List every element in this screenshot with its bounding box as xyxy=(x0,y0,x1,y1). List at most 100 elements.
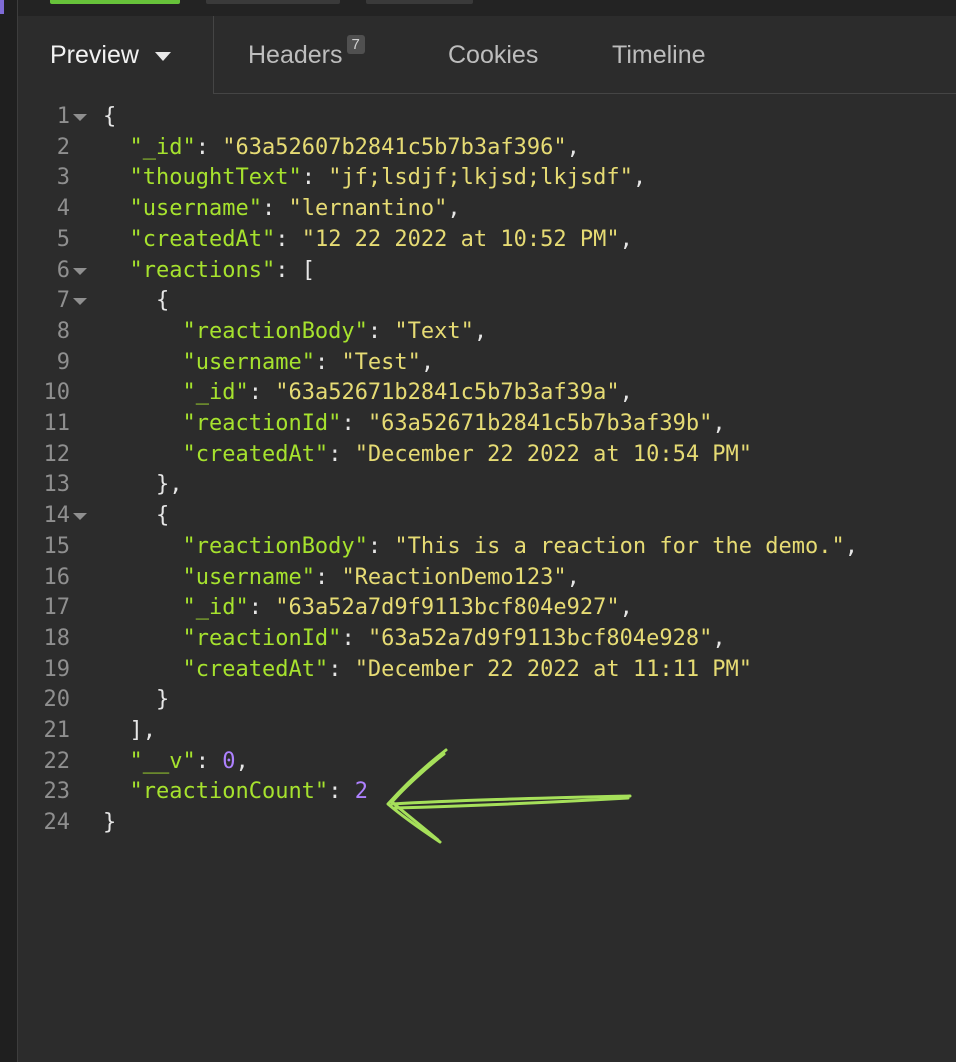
response-panel: Preview Headers 7 Cookies Timeline 1{2 "… xyxy=(0,0,956,1062)
code-line: 11 "reactionId": "63a52671b2841c5b7b3af3… xyxy=(18,409,956,439)
json-key: "createdAt" xyxy=(182,656,329,682)
json-punctuation xyxy=(103,227,130,252)
code-text: "reactionId": "63a52a7d9f9113bcf804e928"… xyxy=(103,624,725,654)
tab-preview-label: Preview xyxy=(50,40,139,69)
tab-headers[interactable]: Headers 7 xyxy=(248,16,365,94)
json-string-value: "lernantino" xyxy=(288,196,448,222)
code-text: "reactions": [ xyxy=(103,256,315,286)
json-string-value: "Test" xyxy=(341,349,421,375)
line-number: 7 xyxy=(56,288,70,314)
line-number: 15 xyxy=(43,533,71,559)
json-punctuation: , xyxy=(235,748,249,774)
json-punctuation: } xyxy=(103,687,170,713)
chevron-down-icon[interactable] xyxy=(154,52,171,61)
json-punctuation: : xyxy=(275,226,302,252)
code-text: "username": "Test", xyxy=(103,348,434,378)
tab-timeline-label: Timeline xyxy=(612,40,706,69)
json-punctuation xyxy=(103,657,182,682)
line-number: 10 xyxy=(43,380,71,406)
code-line: 19 "createdAt": "December 22 2022 at 11:… xyxy=(18,655,956,685)
code-text: "reactionBody": "Text", xyxy=(103,317,487,347)
fold-toggle-icon[interactable] xyxy=(73,114,87,121)
json-punctuation: : xyxy=(301,165,329,191)
line-number: 18 xyxy=(43,625,71,651)
json-punctuation xyxy=(103,258,130,283)
tab-timeline[interactable]: Timeline xyxy=(612,16,706,94)
code-line: 13 }, xyxy=(18,470,956,500)
json-punctuation: : xyxy=(261,196,289,222)
json-punctuation: , xyxy=(566,564,580,590)
code-line: 18 "reactionId": "63a52a7d9f9113bcf804e9… xyxy=(18,624,956,654)
json-punctuation xyxy=(103,749,130,774)
json-key: "_id" xyxy=(182,595,249,621)
line-number: 19 xyxy=(43,656,71,682)
json-punctuation: ], xyxy=(103,718,156,743)
status-indicator xyxy=(50,0,180,4)
json-string-value: "63a52671b2841c5b7b3af39b" xyxy=(367,411,713,436)
json-key: "__v" xyxy=(129,748,196,774)
code-text: { xyxy=(103,286,169,316)
code-text: "thoughtText": "jf;lsdjf;lkjsd;lkjsdf", xyxy=(103,163,647,193)
code-line: 1{ xyxy=(18,102,956,132)
tab-preview[interactable]: Preview xyxy=(18,16,214,94)
size-indicator xyxy=(366,0,473,4)
json-punctuation: }, xyxy=(103,472,183,498)
code-text: "reactionCount": 2 xyxy=(103,777,368,807)
fold-toggle-icon[interactable] xyxy=(73,298,87,306)
json-punctuation xyxy=(103,595,182,620)
json-string-value: "63a52607b2841c5b7b3af396" xyxy=(222,134,567,160)
json-response-viewer[interactable]: 1{2 "_id": "63a52607b2841c5b7b3af396", 3 … xyxy=(18,94,956,1062)
time-indicator xyxy=(206,0,340,4)
tab-cookies[interactable]: Cookies xyxy=(448,16,538,94)
json-punctuation xyxy=(103,779,130,804)
code-line: 10 "_id": "63a52671b2841c5b7b3af39a", xyxy=(18,378,956,408)
json-punctuation xyxy=(103,565,182,590)
json-punctuation xyxy=(103,380,182,405)
json-punctuation: , xyxy=(473,318,488,344)
fold-toggle-icon[interactable] xyxy=(73,267,87,275)
line-number: 17 xyxy=(43,595,71,621)
code-text: { xyxy=(103,501,169,531)
headers-count-badge: 7 xyxy=(346,34,365,54)
json-punctuation xyxy=(103,411,182,436)
fold-toggle-icon[interactable] xyxy=(73,513,87,521)
code-text: { xyxy=(103,102,116,132)
json-key: "createdAt" xyxy=(129,226,276,252)
json-punctuation: , xyxy=(420,349,435,375)
json-string-value: "jf;lsdjf;lkjsd;lkjsdf" xyxy=(328,165,633,191)
line-number: 8 xyxy=(56,318,70,344)
json-punctuation: : xyxy=(328,656,355,682)
json-punctuation: : xyxy=(328,779,355,805)
json-punctuation: : xyxy=(367,318,395,344)
code-line: 20 } xyxy=(18,685,956,715)
json-key: "username" xyxy=(182,564,315,590)
code-line: 6 "reactions": [ xyxy=(18,256,956,286)
code-text: } xyxy=(103,685,169,715)
line-number: 14 xyxy=(43,503,71,529)
json-string-value: "63a52a7d9f9113bcf804e927" xyxy=(275,595,620,621)
code-line: 5 "createdAt": "12 22 2022 at 10:52 PM", xyxy=(18,225,956,255)
line-number: 24 xyxy=(43,810,71,836)
line-number: 23 xyxy=(43,779,71,805)
line-number: 20 xyxy=(43,687,71,713)
json-punctuation: : xyxy=(248,380,276,406)
json-punctuation: , xyxy=(447,196,461,222)
json-string-value: "This is a reaction for the demo." xyxy=(394,533,845,559)
json-key: "reactionCount" xyxy=(129,779,329,805)
code-text: "username": "lernantino", xyxy=(103,194,461,224)
json-key: "thoughtText" xyxy=(129,165,302,191)
json-punctuation: : xyxy=(341,411,368,436)
json-punctuation: , xyxy=(619,226,633,252)
code-line: 15 "reactionBody": "This is a reaction f… xyxy=(18,532,956,562)
json-key: "username" xyxy=(129,196,262,222)
json-key: "username" xyxy=(182,349,315,375)
json-string-value: "Text" xyxy=(394,318,474,344)
code-text: "createdAt": "12 22 2022 at 10:52 PM", xyxy=(103,225,633,255)
line-number: 12 xyxy=(43,441,71,467)
json-punctuation: : [ xyxy=(275,257,315,283)
json-punctuation: : xyxy=(367,533,395,559)
json-key: "reactionBody" xyxy=(182,533,368,559)
json-punctuation: { xyxy=(103,288,170,314)
code-line: 16 "username": "ReactionDemo123", xyxy=(18,563,956,593)
code-text: ], xyxy=(103,716,156,746)
